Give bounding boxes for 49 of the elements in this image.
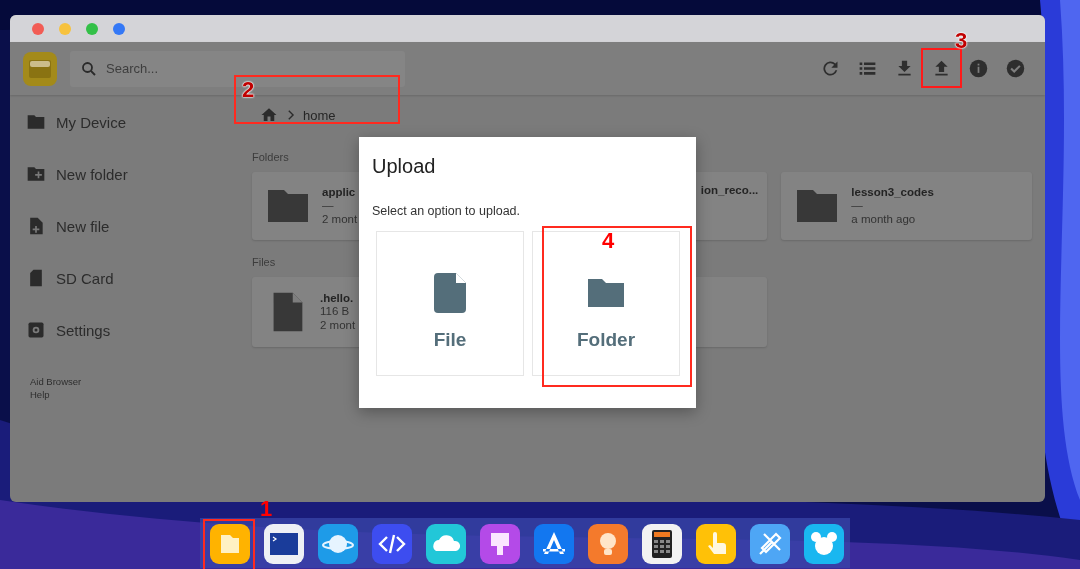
annotation-number: 1 (260, 498, 273, 520)
folder-card[interactable]: lesson3_codes — a month ago (781, 172, 1032, 240)
dialog-message: Select an option to upload. (372, 204, 522, 218)
file-name: .hello. (320, 292, 355, 304)
home-icon[interactable] (260, 106, 278, 124)
folder-size: — (851, 198, 864, 212)
sidebar-item[interactable]: New file (10, 200, 252, 252)
section-label: Folders (252, 151, 290, 164)
folder-name: lesson3_codes (851, 186, 934, 198)
file-size: 116 B (320, 304, 351, 318)
footer-link[interactable]: Help (30, 389, 252, 400)
search-icon (80, 59, 98, 78)
files-app-icon[interactable] (210, 524, 250, 564)
annotation-box (203, 519, 255, 569)
sidebar-item[interactable]: New folder (10, 148, 252, 200)
planet-app-icon[interactable] (318, 524, 358, 564)
touch-app-icon[interactable] (696, 524, 736, 564)
dialog-title: Upload (372, 155, 437, 178)
file-option[interactable]: File (376, 231, 524, 376)
settings-icon (26, 320, 46, 340)
sidebar-item[interactable]: SD Card (10, 252, 252, 304)
breadcrumb-link[interactable]: home (303, 107, 336, 123)
window-button[interactable] (113, 22, 125, 35)
modified-time: 2 mont (322, 212, 358, 226)
sidebar-item[interactable]: Settings (10, 304, 252, 356)
annotation-number: 4 (602, 230, 615, 252)
check-icon (1005, 58, 1026, 79)
new-folder-icon (26, 164, 46, 184)
code-app-icon[interactable] (372, 524, 412, 564)
device-icon (26, 112, 46, 132)
modified-time: a month ago (851, 212, 917, 226)
folder-size: — (322, 198, 335, 212)
paint-app-icon[interactable] (480, 524, 520, 564)
folder-name: applic (322, 186, 357, 198)
folder-name: ion_reco... (700, 184, 759, 196)
bulb-app-icon[interactable] (588, 524, 628, 564)
store-app-icon[interactable] (534, 524, 574, 564)
footer-link[interactable]: Aid Browser (30, 376, 252, 387)
info-icon (968, 58, 989, 79)
app-logo-icon (23, 51, 57, 86)
modified-time: 2 mont (320, 318, 356, 332)
chevron-icon (286, 109, 295, 121)
bear-app-icon[interactable] (804, 524, 844, 564)
calculator-app-icon[interactable] (642, 524, 682, 564)
annotation-number: 3 (955, 30, 968, 52)
cloud-app-icon[interactable] (426, 524, 466, 564)
section-label: Files (252, 256, 277, 269)
terminal-app-icon[interactable] (264, 524, 304, 564)
tools-app-icon[interactable] (750, 524, 790, 564)
